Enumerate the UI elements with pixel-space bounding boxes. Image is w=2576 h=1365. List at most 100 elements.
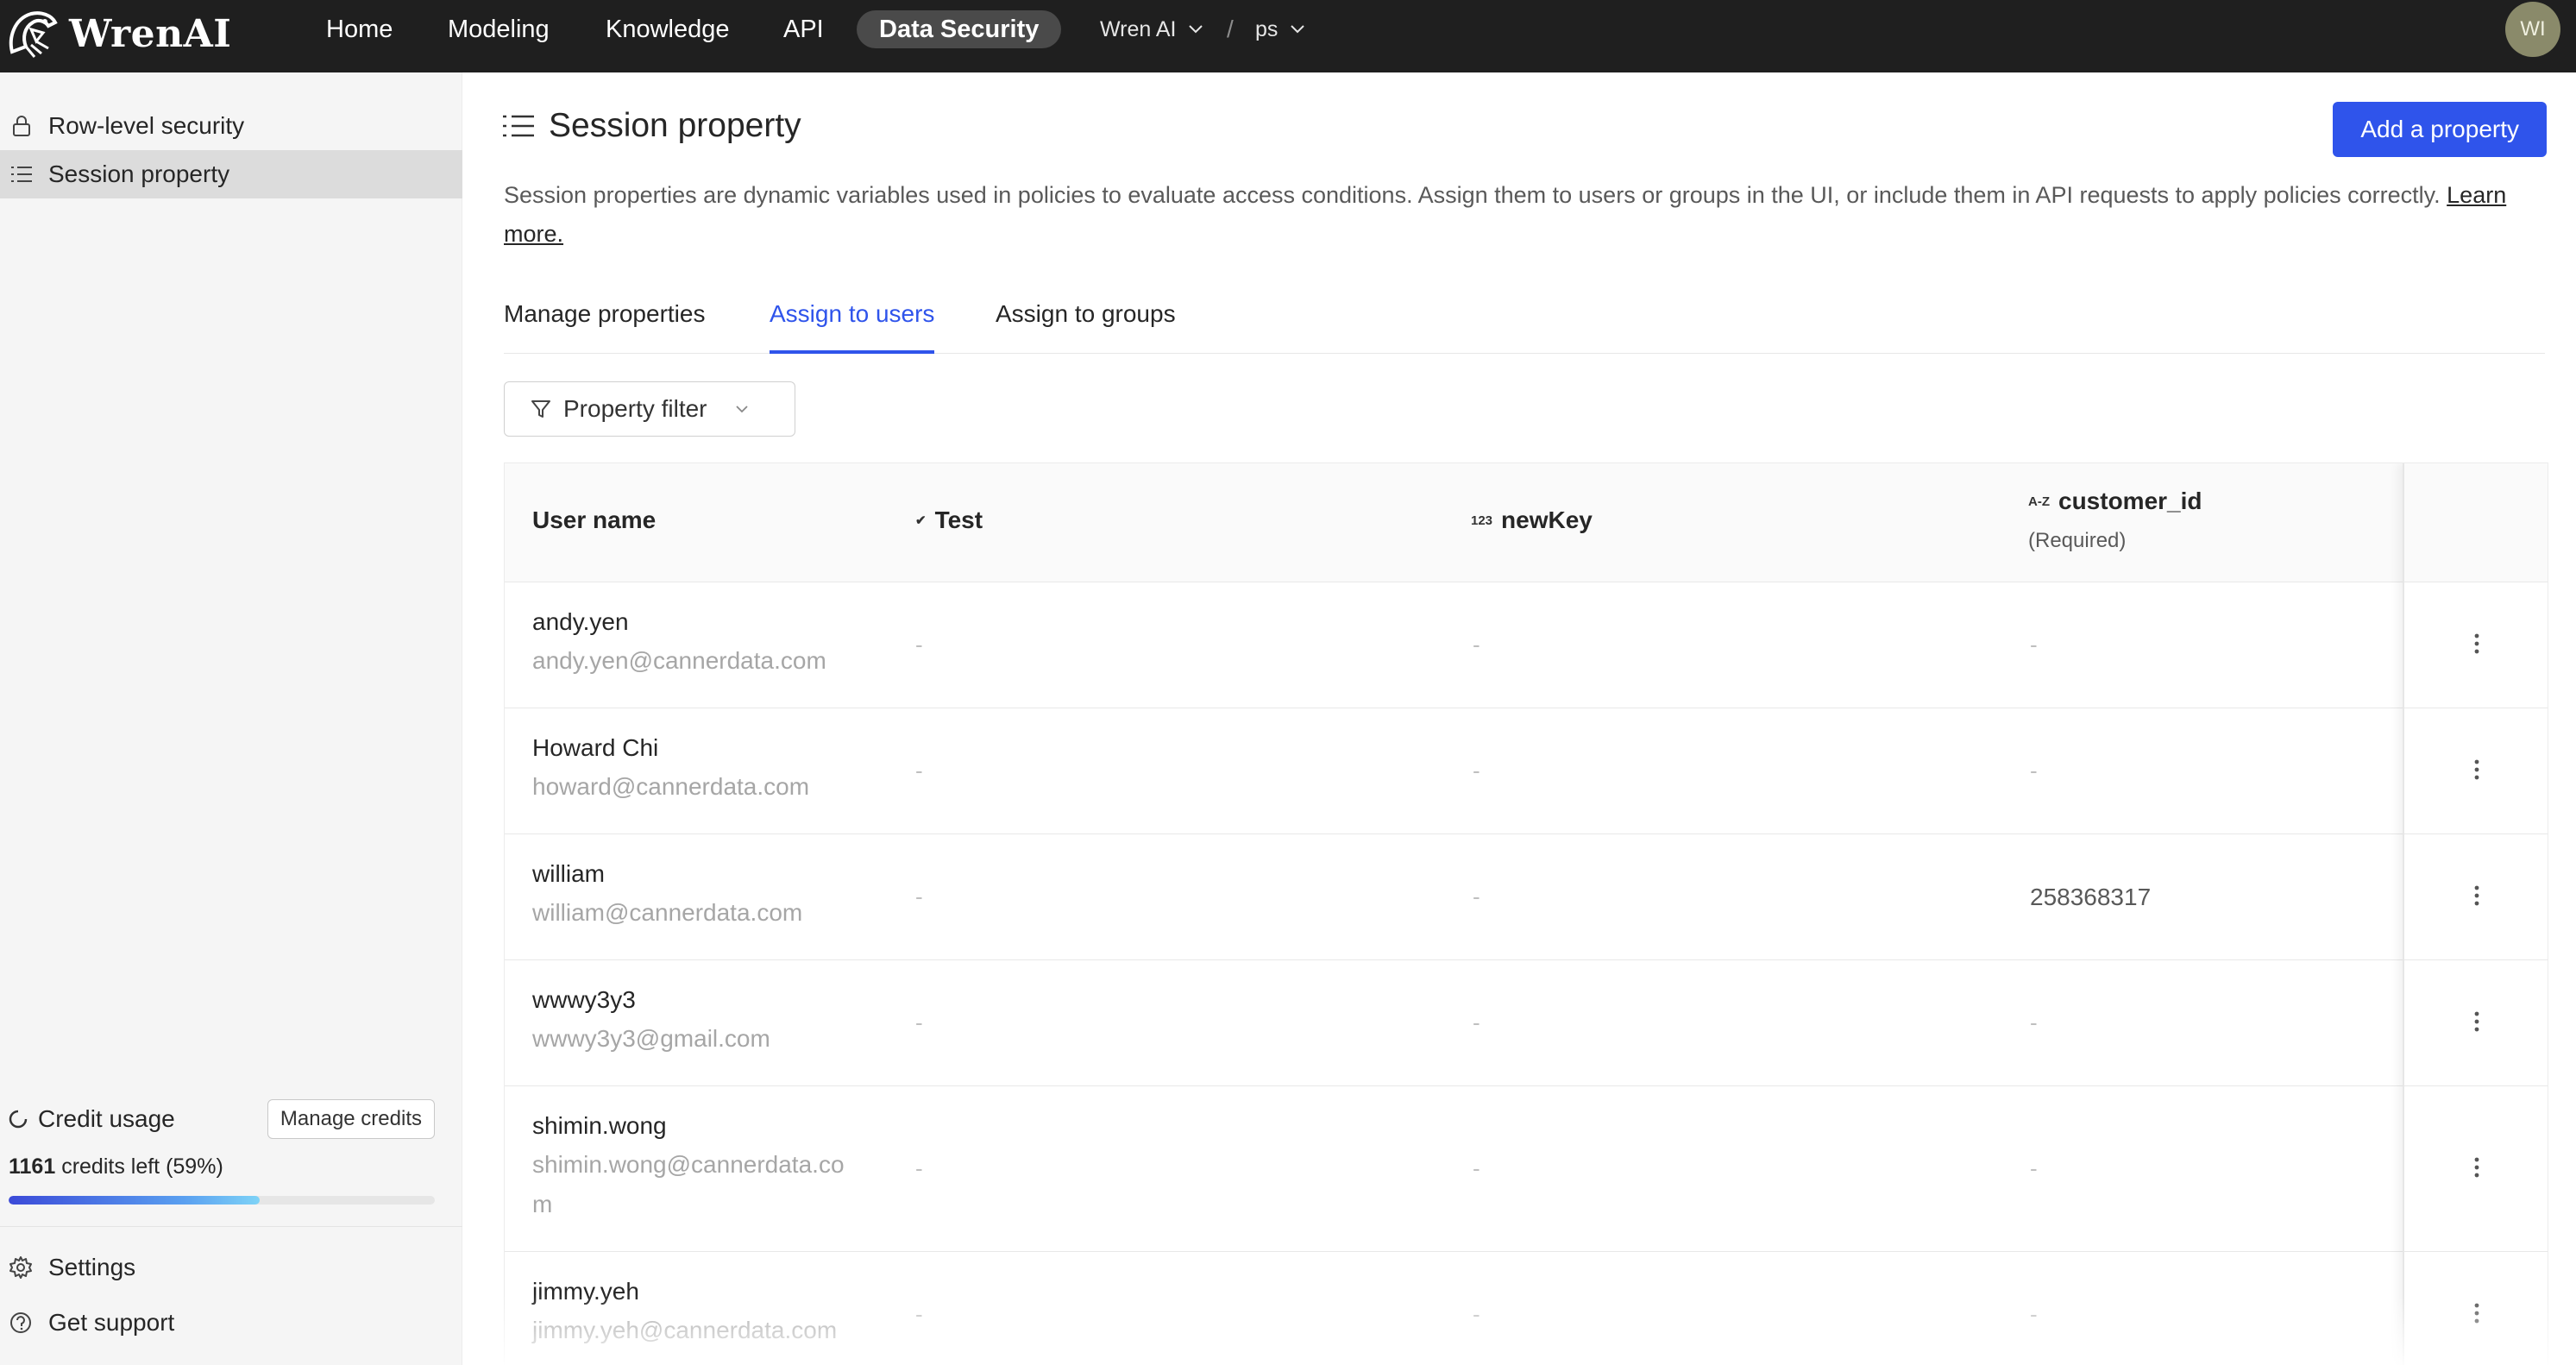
tab-assign-to-groups[interactable]: Assign to groups xyxy=(996,300,1176,354)
sidebar-item-session-property[interactable]: Session property xyxy=(0,150,462,198)
nav-data-security[interactable]: Data Security xyxy=(857,10,1062,48)
workspace-selector[interactable]: Wren AI xyxy=(1100,10,1203,48)
user-name: Howard Chi xyxy=(532,734,659,761)
nav-modeling[interactable]: Modeling xyxy=(425,10,572,48)
cell-test[interactable]: - xyxy=(915,758,923,784)
cell-newkey[interactable]: - xyxy=(1473,884,1480,910)
sidebar-get-support[interactable]: Get support xyxy=(9,1301,174,1344)
users-property-table: User name ✔ Test 123 newKey A-Z customer… xyxy=(504,462,2548,1365)
cell-customer-id[interactable]: 258368317 xyxy=(2030,884,2151,911)
table-row: wwwy3y3 wwwy3y3@gmail.com - - - xyxy=(505,960,2548,1086)
column-header-user-name[interactable]: User name xyxy=(532,506,656,534)
cell-customer-id[interactable]: - xyxy=(2030,758,2038,784)
settings-label: Settings xyxy=(48,1254,136,1280)
user-name: shimin.wong xyxy=(532,1112,667,1139)
cell-newkey[interactable]: - xyxy=(1473,1301,1480,1328)
get-support-label: Get support xyxy=(48,1309,175,1336)
required-note: (Required) xyxy=(2028,529,2127,552)
user-name: andy.yen xyxy=(532,608,629,635)
boolean-type-icon: ✔ xyxy=(915,513,927,528)
cell-test[interactable]: - xyxy=(915,1301,923,1328)
property-filter-label: Property filter xyxy=(563,395,707,422)
cell-newkey[interactable]: - xyxy=(1473,1010,1480,1036)
sidebar-settings[interactable]: Settings xyxy=(9,1246,135,1289)
column-header-newkey[interactable]: 123 newKey xyxy=(1471,506,1593,534)
cell-customer-id[interactable]: - xyxy=(2030,1010,2038,1036)
sidebar-divider xyxy=(0,1226,462,1227)
chevron-down-icon xyxy=(735,406,748,413)
cell-customer-id[interactable]: - xyxy=(2030,1155,2038,1182)
sidebar-item-label: Session property xyxy=(48,160,230,187)
wren-logo-icon xyxy=(9,11,58,58)
credit-usage-row: Credit usage Manage credits xyxy=(9,1098,435,1141)
description-text: Session properties are dynamic variables… xyxy=(504,182,2441,208)
table-row: shimin.wong shimin.wong@cannerdata.co m - -… xyxy=(505,1086,2548,1252)
cell-customer-id[interactable]: - xyxy=(2030,1301,2038,1328)
table-row: andy.yen andy.yen@cannerdata.com - - - xyxy=(505,582,2548,708)
user-email: howard@cannerdata.com xyxy=(532,773,810,800)
project-name: ps xyxy=(1255,17,1279,41)
nav-knowledge[interactable]: Knowledge xyxy=(583,10,752,48)
cell-test[interactable]: - xyxy=(915,1155,923,1182)
actions-column xyxy=(2403,463,2548,1365)
tab-assign-to-users[interactable]: Assign to users xyxy=(770,300,935,354)
list-icon xyxy=(9,161,35,187)
cell-newkey[interactable]: - xyxy=(1473,632,1480,658)
loading-circle-icon xyxy=(9,1110,28,1129)
tab-bar: Manage properties Assign to users Assign… xyxy=(504,281,2545,354)
tab-manage-properties[interactable]: Manage properties xyxy=(504,300,705,354)
credit-progress-fill xyxy=(9,1196,261,1205)
nav-home[interactable]: Home xyxy=(304,10,415,48)
column-label: customer_id xyxy=(2058,488,2202,514)
page-header: Session property xyxy=(502,107,801,145)
credit-usage-label: Credit usage xyxy=(9,1105,175,1133)
column-header-customer-id[interactable]: A-Z customer_id xyxy=(2028,488,2202,515)
page-title: Session property xyxy=(549,107,801,144)
filter-icon xyxy=(531,400,550,418)
cell-test[interactable]: - xyxy=(915,1010,923,1036)
user-avatar[interactable]: WI xyxy=(2505,2,2560,57)
workspace-name: Wren AI xyxy=(1100,17,1177,41)
table-header: User name ✔ Test 123 newKey A-Z customer… xyxy=(505,463,2548,582)
list-icon xyxy=(503,115,534,137)
top-navigation-bar: WrenAI Home Modeling Knowledge API Data … xyxy=(0,0,2576,72)
add-property-button[interactable]: Add a property xyxy=(2333,102,2547,157)
chevron-down-icon xyxy=(1189,25,1203,34)
sidebar-item-row-level-security[interactable]: Row-level security xyxy=(0,102,462,150)
user-name: jimmy.yeh xyxy=(532,1278,639,1305)
cell-newkey[interactable]: - xyxy=(1473,758,1480,784)
page-description: Session properties are dynamic variables… xyxy=(504,176,2548,254)
user-email: shimin.wong@cannerdata.co m xyxy=(532,1151,845,1217)
credit-progress-bar xyxy=(9,1196,435,1205)
credits-suffix: credits left (59%) xyxy=(61,1154,223,1179)
sidebar: Row-level security Session property Cred… xyxy=(0,72,462,1365)
credits-count: 1161 xyxy=(9,1154,56,1179)
column-label: newKey xyxy=(1501,506,1593,533)
property-filter-dropdown[interactable]: Property filter xyxy=(504,381,795,437)
brand-logo[interactable]: WrenAI xyxy=(5,3,231,64)
project-selector[interactable]: ps xyxy=(1255,10,1305,48)
nav-api[interactable]: API xyxy=(761,10,846,48)
cell-customer-id[interactable]: - xyxy=(2030,632,2038,658)
cell-test[interactable]: - xyxy=(915,884,923,910)
column-header-test[interactable]: ✔ Test xyxy=(915,506,983,534)
number-type-icon: 123 xyxy=(1471,513,1493,528)
manage-credits-button[interactable]: Manage credits xyxy=(267,1099,435,1139)
sidebar-item-label: Row-level security xyxy=(48,112,245,139)
user-email: william@cannerdata.com xyxy=(532,899,803,926)
table-row: william william@cannerdata.com - - 258368317 xyxy=(505,834,2548,960)
user-email: andy.yen@cannerdata.com xyxy=(532,647,826,674)
chevron-down-icon xyxy=(1291,25,1305,34)
breadcrumb-separator: / xyxy=(1227,16,1234,42)
lock-icon xyxy=(9,113,35,139)
table-row: Howard Chi howard@cannerdata.com - - - xyxy=(505,708,2548,834)
user-email: jimmy.yeh@cannerdata.com xyxy=(532,1317,838,1343)
cell-test[interactable]: - xyxy=(915,632,923,658)
cell-newkey[interactable]: - xyxy=(1473,1155,1480,1182)
gear-icon xyxy=(9,1256,32,1279)
user-name: wwwy3y3 xyxy=(532,986,636,1013)
user-name: william xyxy=(532,860,605,887)
string-type-icon: A-Z xyxy=(2028,494,2050,509)
column-label: Test xyxy=(934,506,983,533)
column-label: User name xyxy=(532,506,657,533)
